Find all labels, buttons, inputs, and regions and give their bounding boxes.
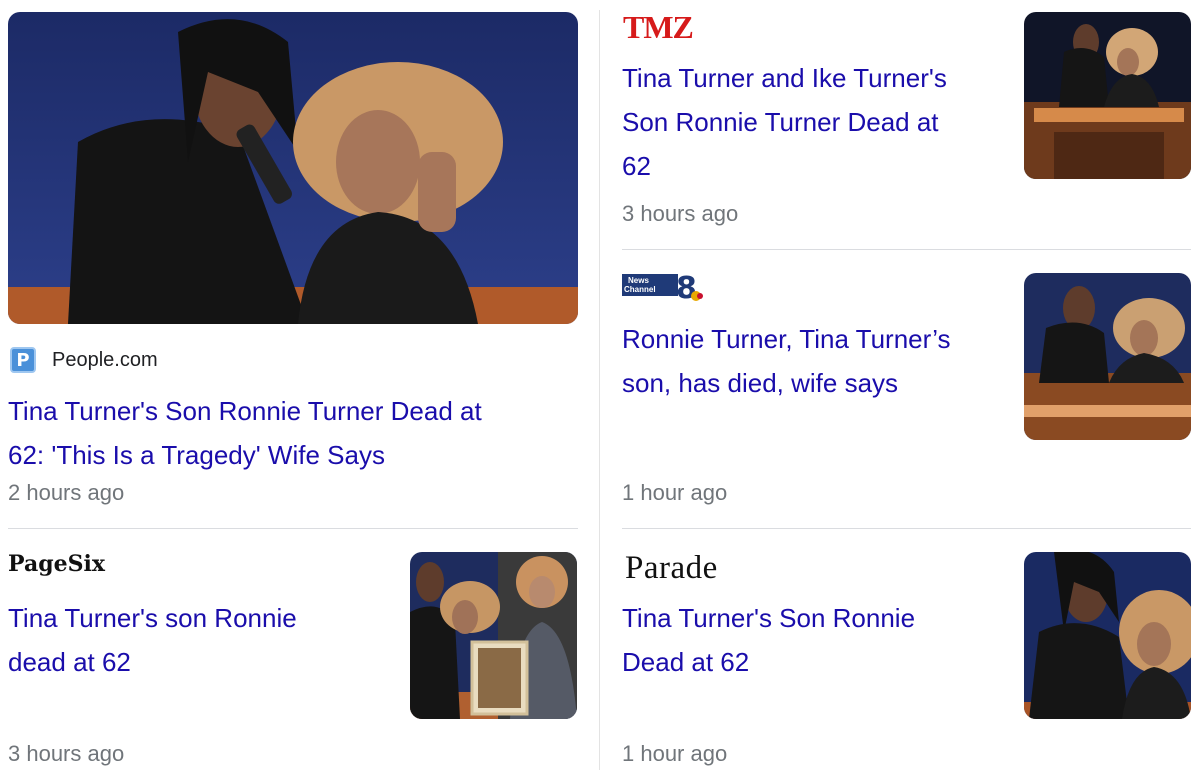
column-divider xyxy=(599,10,600,770)
news8-headline[interactable]: Ronnie Turner, Tina Turner’s son, has di… xyxy=(622,317,951,405)
people-timestamp: 2 hours ago xyxy=(8,480,125,505)
news8-logo-word-channel: Channel xyxy=(624,285,656,294)
tmz-headline[interactable]: Tina Turner and Ike Turner's Son Ronnie … xyxy=(622,56,947,188)
pagesix-headline-line2: dead at 62 xyxy=(8,647,131,677)
tmz-logo[interactable]: TMZ xyxy=(623,11,694,43)
people-headline[interactable]: Tina Turner's Son Ronnie Turner Dead at … xyxy=(8,389,482,477)
news8-headline-line2: son, has died, wife says xyxy=(622,368,899,398)
parade-article-image[interactable] xyxy=(1024,552,1191,719)
pagesix-headline-line1: Tina Turner's son Ronnie xyxy=(8,603,297,633)
row-divider-right-1 xyxy=(622,249,1191,250)
news-channel-8-logo[interactable]: News Channel 8 xyxy=(622,272,704,302)
news8-timestamp: 1 hour ago xyxy=(622,480,728,505)
parade-headline[interactable]: Tina Turner's Son Ronnie Dead at 62 xyxy=(622,596,915,684)
pagesix-timestamp: 3 hours ago xyxy=(8,741,125,766)
parade-headline-line2: Dead at 62 xyxy=(622,647,750,677)
tmz-headline-line3: 62 xyxy=(622,151,651,181)
tmz-timestamp: 3 hours ago xyxy=(622,201,739,226)
pagesix-article-image[interactable] xyxy=(410,552,577,719)
people-headline-line2: 62: 'This Is a Tragedy' Wife Says xyxy=(8,440,385,470)
row-divider-right-2 xyxy=(622,528,1191,529)
news8-logo-word-news: News xyxy=(628,276,649,285)
pagesix-logo[interactable]: PageSix xyxy=(8,550,105,578)
tmz-headline-line2: Son Ronnie Turner Dead at xyxy=(622,107,939,137)
people-source[interactable]: P People.com xyxy=(10,347,158,373)
news8-headline-line1: Ronnie Turner, Tina Turner’s xyxy=(622,324,951,354)
parade-logo[interactable]: Parade xyxy=(625,550,718,586)
parade-headline-line1: Tina Turner's Son Ronnie xyxy=(622,603,916,633)
people-article-image[interactable] xyxy=(8,12,578,324)
people-logo-icon: P xyxy=(10,347,36,373)
news8-article-image[interactable] xyxy=(1024,273,1191,440)
parade-timestamp: 1 hour ago xyxy=(622,741,728,766)
row-divider-left xyxy=(8,528,578,529)
people-headline-line1: Tina Turner's Son Ronnie Turner Dead at xyxy=(8,396,482,426)
people-source-name: People.com xyxy=(52,348,158,371)
pagesix-headline[interactable]: Tina Turner's son Ronnie dead at 62 xyxy=(8,596,297,684)
tmz-article-image[interactable] xyxy=(1024,12,1191,179)
tmz-headline-line1: Tina Turner and Ike Turner's xyxy=(622,63,947,93)
